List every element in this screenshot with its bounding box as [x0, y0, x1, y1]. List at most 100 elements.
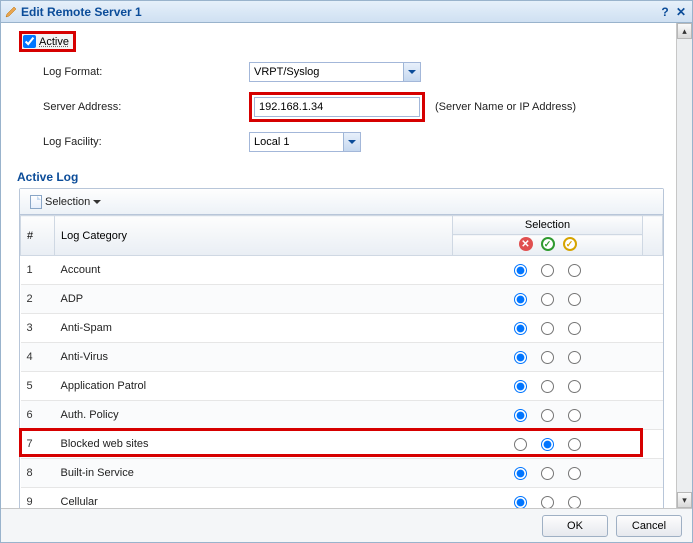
selection-radio-0[interactable] — [514, 351, 527, 364]
scroll-up-arrow-icon[interactable]: ▴ — [677, 23, 692, 39]
row-number: 8 — [21, 459, 55, 488]
row-selection — [453, 256, 643, 285]
col-header-num[interactable]: # — [21, 216, 55, 256]
selection-radio-0[interactable] — [514, 293, 527, 306]
close-button[interactable]: ✕ — [674, 5, 688, 19]
row-category: Built-in Service — [55, 459, 453, 488]
log-format-label: Log Format: — [19, 66, 249, 78]
selection-radio-2[interactable] — [568, 380, 581, 393]
selection-radio-0[interactable] — [514, 409, 527, 422]
col-header-selection[interactable]: Selection — [453, 216, 643, 235]
row-category: ADP — [55, 285, 453, 314]
edit-icon — [5, 6, 17, 18]
selection-radio-0[interactable] — [514, 438, 527, 451]
help-button[interactable]: ? — [658, 5, 672, 19]
row-selection — [453, 488, 643, 509]
selection-radio-1[interactable] — [541, 322, 554, 335]
caret-down-icon — [93, 200, 101, 204]
titlebar: Edit Remote Server 1 ? ✕ — [1, 1, 692, 23]
table-row[interactable]: 1Account — [21, 256, 663, 285]
table-row[interactable]: 5Application Patrol — [21, 372, 663, 401]
row-category: Cellular — [55, 488, 453, 509]
selection-radio-1[interactable] — [541, 467, 554, 480]
selection-radio-2[interactable] — [568, 467, 581, 480]
selection-radio-1[interactable] — [541, 409, 554, 422]
table-row[interactable]: 2ADP — [21, 285, 663, 314]
selection-menu-button[interactable]: Selection — [26, 191, 105, 213]
log-facility-value: Local 1 — [254, 136, 289, 148]
selection-radio-1[interactable] — [541, 496, 554, 509]
table-row[interactable]: 4Anti-Virus — [21, 343, 663, 372]
selection-radio-2[interactable] — [568, 322, 581, 335]
selection-menu-label: Selection — [45, 196, 90, 208]
row-selection — [453, 285, 643, 314]
log-format-value: VRPT/Syslog — [254, 66, 319, 78]
scroll-track[interactable] — [677, 39, 692, 492]
row-category: Anti-Spam — [55, 314, 453, 343]
selection-radio-2[interactable] — [568, 351, 581, 364]
selection-radio-2[interactable] — [568, 264, 581, 277]
server-address-input[interactable] — [254, 97, 420, 117]
row-category: Auth. Policy — [55, 401, 453, 430]
panel-toolbar: Selection — [20, 189, 663, 215]
server-address-hint: (Server Name or IP Address) — [435, 101, 576, 113]
row-number: 7 — [21, 430, 55, 459]
selection-radio-0[interactable] — [514, 496, 527, 509]
selection-radio-1[interactable] — [541, 351, 554, 364]
section-active-log: Active Log — [17, 170, 664, 184]
table-row[interactable]: 3Anti-Spam — [21, 314, 663, 343]
disable-all-icon[interactable]: ✕ — [519, 237, 533, 251]
chevron-down-icon — [403, 63, 420, 81]
selection-radio-1[interactable] — [541, 438, 554, 451]
row-number: 6 — [21, 401, 55, 430]
scroll-down-arrow-icon[interactable]: ▾ — [677, 492, 692, 508]
chevron-down-icon — [343, 133, 360, 151]
row-number: 1 — [21, 256, 55, 285]
selection-radio-0[interactable] — [514, 467, 527, 480]
table-row[interactable]: 9Cellular — [21, 488, 663, 509]
selection-radio-2[interactable] — [568, 293, 581, 306]
enable-normal-icon[interactable] — [541, 237, 555, 251]
log-facility-select[interactable]: Local 1 — [249, 132, 361, 152]
row-selection — [453, 459, 643, 488]
cancel-button[interactable]: Cancel — [616, 515, 682, 537]
row-number: 5 — [21, 372, 55, 401]
row-selection — [453, 401, 643, 430]
ok-button[interactable]: OK — [542, 515, 608, 537]
active-checkbox-wrap: Active — [19, 31, 76, 52]
selection-radio-2[interactable] — [568, 496, 581, 509]
table-row[interactable]: 7Blocked web sites — [21, 430, 663, 459]
row-category: Anti-Virus — [55, 343, 453, 372]
active-checkbox[interactable] — [23, 35, 36, 48]
row-number: 9 — [21, 488, 55, 509]
selection-radio-1[interactable] — [541, 293, 554, 306]
vertical-scrollbar[interactable]: ▴ ▾ — [676, 23, 692, 508]
row-selection — [453, 372, 643, 401]
dialog-footer: OK Cancel — [1, 508, 692, 542]
active-label: Active — [39, 36, 69, 48]
document-icon — [30, 195, 42, 209]
row-selection — [453, 430, 643, 459]
row-category: Application Patrol — [55, 372, 453, 401]
selection-radio-0[interactable] — [514, 380, 527, 393]
row-number: 4 — [21, 343, 55, 372]
log-format-select[interactable]: VRPT/Syslog — [249, 62, 421, 82]
selection-radio-0[interactable] — [514, 264, 527, 277]
server-address-highlight — [249, 92, 425, 122]
col-header-category[interactable]: Log Category — [55, 216, 453, 256]
selection-radio-2[interactable] — [568, 438, 581, 451]
row-category: Blocked web sites — [55, 430, 453, 459]
selection-radio-2[interactable] — [568, 409, 581, 422]
log-category-panel: Selection # Log Category Selection — [19, 188, 664, 508]
selection-radio-1[interactable] — [541, 264, 554, 277]
table-row[interactable]: 6Auth. Policy — [21, 401, 663, 430]
table-row[interactable]: 8Built-in Service — [21, 459, 663, 488]
row-selection — [453, 314, 643, 343]
enable-alert-icon[interactable] — [563, 237, 577, 251]
selection-radio-1[interactable] — [541, 380, 554, 393]
server-address-label: Server Address: — [19, 101, 249, 113]
selection-radio-0[interactable] — [514, 322, 527, 335]
log-facility-label: Log Facility: — [19, 136, 249, 148]
window-title: Edit Remote Server 1 — [21, 5, 142, 19]
log-category-table: # Log Category Selection ✕ — [20, 215, 663, 508]
